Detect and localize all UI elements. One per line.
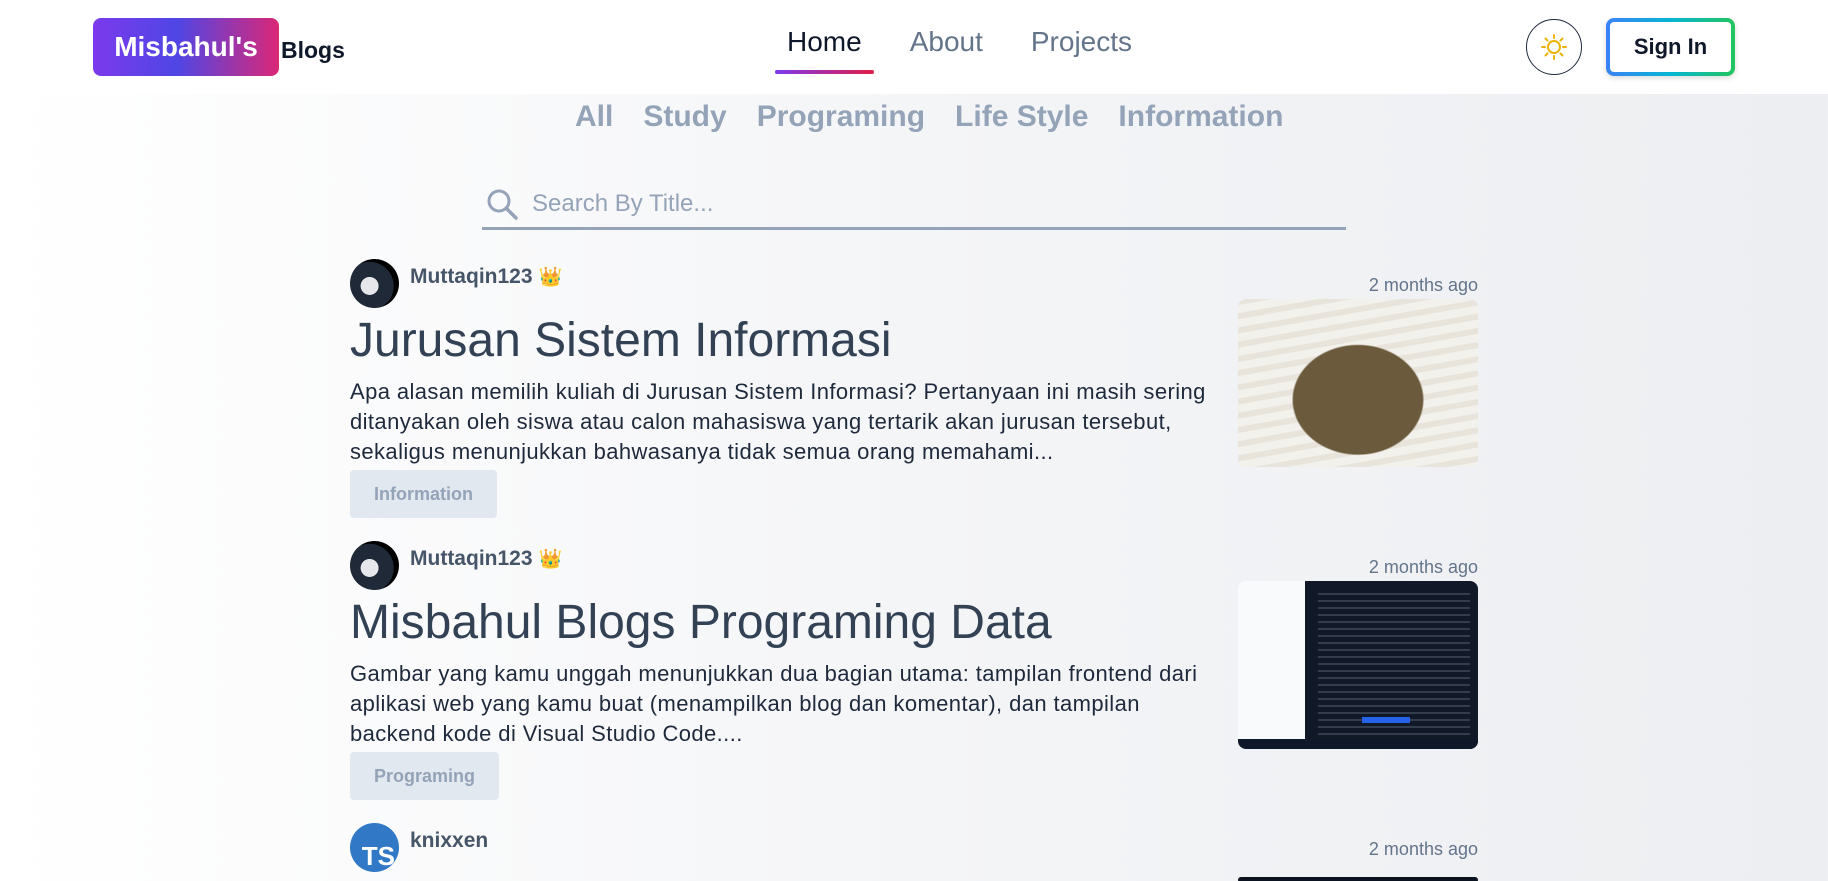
avatar[interactable] [350, 259, 399, 308]
post-thumbnail[interactable] [1238, 877, 1478, 881]
post-excerpt: Gambar yang kamu unggah menunjukkan dua … [350, 661, 1198, 746]
nav-home-label: Home [787, 26, 862, 57]
post-thumbnail[interactable] [1238, 581, 1478, 749]
crown-icon: 👑 [538, 549, 563, 570]
taskbar [1238, 739, 1478, 749]
post-tag[interactable]: Information [350, 470, 497, 518]
author-name: knixxen [410, 829, 489, 852]
post-title[interactable]: Jurusan Sistem Informasi [350, 313, 892, 368]
nav-projects[interactable]: Projects [1019, 26, 1144, 58]
post-author[interactable]: Muttaqin123 👑 [410, 265, 562, 289]
category-all[interactable]: All [575, 100, 613, 134]
author-name: Muttaqin123 [410, 547, 533, 570]
category-life-style[interactable]: Life Style [955, 100, 1088, 134]
sun-icon [1541, 34, 1567, 60]
post-author[interactable]: knixxen [410, 829, 488, 853]
nav-projects-label: Projects [1030, 26, 1133, 57]
logo-badge: Misbahul's [93, 18, 279, 76]
post-card[interactable]: TS knixxen 2 months ago [350, 823, 1478, 881]
search-input[interactable] [532, 189, 1312, 218]
post-time: 2 months ago [1368, 557, 1478, 577]
nav-about-label: About [909, 26, 983, 57]
post-tag[interactable]: Programing [350, 752, 500, 800]
post-time: 2 months ago [1368, 839, 1478, 859]
post-thumbnail[interactable] [1238, 299, 1478, 467]
post-card[interactable]: Muttaqin123 👑 2 months ago Misbahul Blogs… [350, 541, 1478, 801]
post-excerpt: Apa alasan memilih kuliah di Jurusan Sis… [350, 379, 1206, 464]
search-bar [482, 180, 1346, 230]
category-study[interactable]: Study [643, 100, 726, 134]
logo-text: Blogs [281, 36, 345, 63]
top-navbar: Misbahul's Blogs Home About Projects Sig… [0, 0, 1828, 94]
search-icon [487, 189, 518, 220]
category-programing[interactable]: Programing [757, 100, 925, 134]
code-lines [1318, 593, 1470, 735]
post-time: 2 months ago [1368, 275, 1478, 295]
post-title[interactable]: Misbahul Blogs Programing Data [350, 595, 1052, 650]
active-nav-indicator [775, 70, 874, 74]
nav-about[interactable]: About [898, 26, 995, 58]
post-author[interactable]: Muttaqin123 👑 [410, 547, 562, 571]
theme-toggle-button[interactable] [1526, 19, 1582, 75]
post-card[interactable]: Muttaqin123 👑 2 months ago Jurusan Sistem… [350, 259, 1478, 519]
code-highlight [1362, 717, 1410, 723]
crown-icon: 👑 [538, 267, 563, 288]
sign-in-button[interactable]: Sign In [1606, 18, 1735, 76]
avatar[interactable] [350, 541, 399, 590]
category-filter: All Study Programing Life Style Informat… [575, 100, 1283, 134]
main-nav: Home About Projects [775, 26, 1144, 74]
avatar[interactable]: TS [350, 823, 399, 872]
site-logo[interactable]: Misbahul's Blogs [93, 18, 345, 76]
author-name: Muttaqin123 [410, 265, 533, 288]
nav-home[interactable]: Home [775, 26, 874, 74]
category-information[interactable]: Information [1118, 100, 1283, 134]
